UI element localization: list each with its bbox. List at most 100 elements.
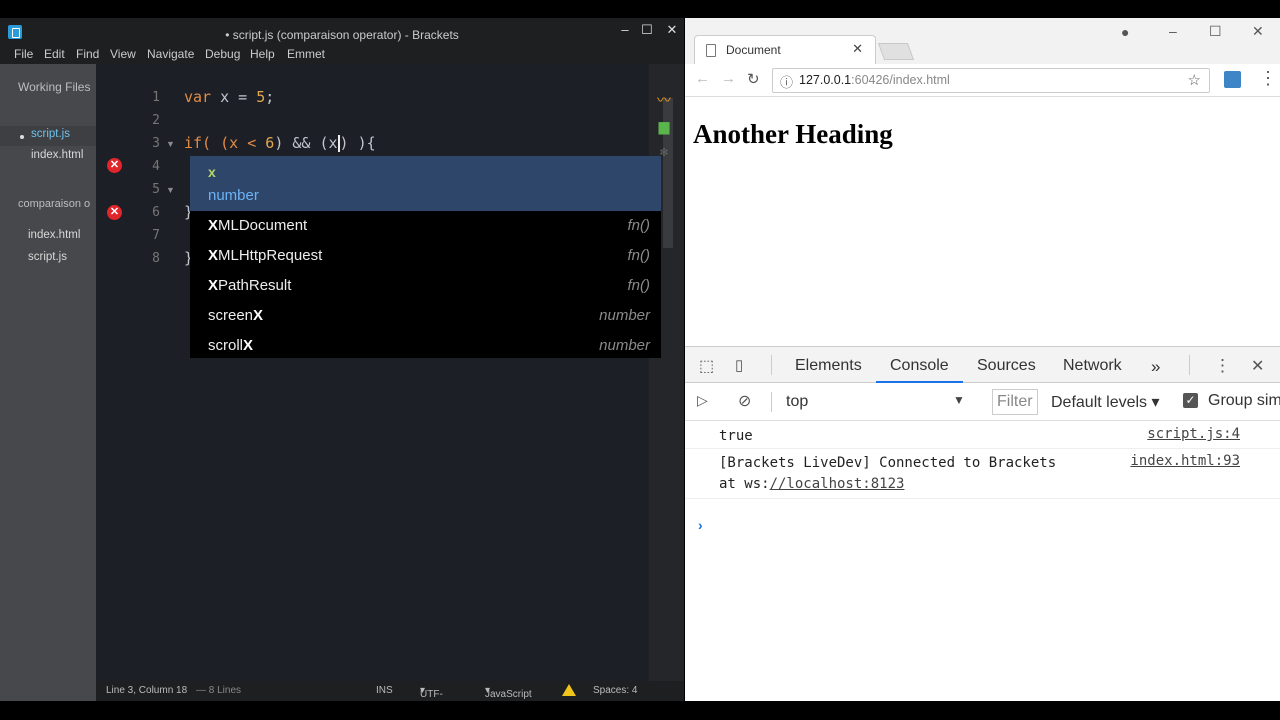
forward-icon[interactable]: →	[721, 70, 736, 87]
hint-kind: fn()	[627, 277, 651, 294]
hint-match: X	[253, 307, 264, 324]
separator	[1189, 355, 1190, 375]
code-text: x =	[211, 88, 257, 106]
close-icon[interactable]: ✕	[662, 22, 682, 38]
menu-navigate[interactable]: Navigate	[147, 47, 194, 61]
more-tabs-icon[interactable]: »	[1151, 357, 1160, 377]
console-message: true script.js:4	[685, 422, 1280, 449]
show-sidebar-icon[interactable]: ▷	[697, 392, 708, 409]
brackets-window: • script.js (comparaison operator) - Bra…	[0, 18, 684, 711]
info-icon[interactable]: ⓘ	[780, 72, 793, 91]
brackets-menubar: File Edit Find View Navigate Debug Help …	[0, 44, 684, 64]
menu-file[interactable]: File	[14, 47, 33, 61]
code-hint-item[interactable]: XMLDocument	[208, 217, 307, 234]
menu-find[interactable]: Find	[76, 47, 99, 61]
tab-elements[interactable]: Elements	[795, 357, 862, 375]
chevron-down-icon[interactable]: ▼	[953, 393, 965, 407]
working-file-script[interactable]: script.js	[31, 128, 70, 140]
tab-sources[interactable]: Sources	[977, 357, 1036, 375]
insert-mode[interactable]: INS	[376, 685, 393, 696]
live-preview-icon[interactable]: 〰	[655, 90, 673, 108]
hint-match: X	[243, 337, 254, 354]
project-file-index[interactable]: index.html	[28, 229, 80, 241]
websocket-link[interactable]: //localhost:8123	[770, 476, 905, 492]
working-file-index[interactable]: index.html	[31, 149, 83, 161]
log-levels-select[interactable]: Default levels ▾	[1051, 392, 1160, 412]
extension-manager-icon[interactable]: ▆	[655, 118, 673, 134]
unsaved-dot-icon	[20, 135, 24, 139]
devtools-close-icon[interactable]: ✕	[1251, 356, 1264, 376]
close-icon[interactable]: ✕	[1252, 23, 1264, 40]
language-select[interactable]: JavaScript ▾	[485, 685, 532, 700]
browser-toolbar: ← → ↻ ⓘ 127.0.0.1:60426/index.html ☆ ⋮	[685, 64, 1280, 97]
inspect-icon[interactable]: ⬚	[699, 356, 714, 376]
menu-view[interactable]: View	[110, 47, 136, 61]
code-hint-item[interactable]: screenX	[208, 307, 263, 324]
line-number: 1	[152, 90, 160, 105]
console-source-link[interactable]: script.js:4	[1147, 426, 1240, 442]
new-tab-button[interactable]	[877, 43, 915, 60]
fold-arrow-icon[interactable]: ▼	[166, 185, 175, 195]
tab-network[interactable]: Network	[1063, 357, 1122, 375]
context-select[interactable]: top	[786, 393, 808, 411]
hint-kind: number	[599, 307, 650, 324]
tab-close-icon[interactable]: ✕	[852, 41, 863, 57]
hint-kind: fn()	[627, 217, 651, 234]
minimize-icon[interactable]: –	[1169, 23, 1177, 39]
bookmark-star-icon[interactable]: ☆	[1188, 71, 1201, 89]
menu-dots-icon[interactable]: ⋮	[1259, 68, 1277, 89]
console-message: [Brackets LiveDev] Connected to Brackets…	[685, 449, 1280, 499]
lint-error-icon[interactable]: ✕	[107, 158, 122, 173]
device-toolbar-icon[interactable]: ▯	[735, 356, 743, 374]
extension-icon[interactable]	[1224, 71, 1241, 88]
code-hint-item[interactable]: scrollX	[208, 337, 253, 354]
number-literal: 6	[265, 134, 275, 152]
maximize-icon[interactable]: ☐	[637, 22, 657, 38]
code-text: ) ){	[339, 134, 376, 152]
profile-icon[interactable]: ●	[1121, 24, 1129, 40]
group-similar-checkbox[interactable]: ✓	[1183, 393, 1198, 408]
brackets-statusbar: Line 3, Column 18 — 8 Lines INS UTF-8 ▾ …	[96, 681, 649, 711]
menu-edit[interactable]: Edit	[44, 47, 65, 61]
console-prompt[interactable]: ›	[698, 517, 703, 533]
console-source-link[interactable]: index.html:93	[1130, 453, 1240, 469]
tab-console[interactable]: Console	[890, 357, 949, 375]
hint-rest: MLDocument	[218, 217, 308, 234]
encoding-select[interactable]: UTF-8 ▾	[420, 685, 443, 711]
lint-error-icon[interactable]: ✕	[107, 205, 122, 220]
minimize-icon[interactable]: –	[615, 22, 635, 37]
project-file-script[interactable]: script.js	[28, 251, 67, 263]
code-hint-item[interactable]: XPathResult	[208, 277, 291, 294]
reload-icon[interactable]: ↻	[747, 70, 760, 88]
filter-input[interactable]: Filter	[992, 389, 1038, 415]
devtools-menu-icon[interactable]: ⋮	[1214, 356, 1231, 376]
code-hint-list: x number XMLDocument fn() XMLHttpRequest…	[190, 156, 661, 358]
line-number: 6	[152, 205, 160, 220]
working-files-heading: Working Files	[18, 80, 91, 94]
console-filterbar: ▷ ⊘ top ▼ Filter Default levels ▾ ✓ Grou…	[685, 383, 1280, 421]
line-number: 5	[152, 182, 160, 197]
bottom-letterbox	[0, 701, 1280, 720]
language-label: JavaScript	[485, 689, 532, 700]
browser-tab-document[interactable]: Document ✕	[694, 35, 876, 64]
project-heading[interactable]: comparaison o	[18, 198, 90, 210]
warning-icon[interactable]	[562, 684, 576, 696]
code-hint-item[interactable]: XMLHttpRequest	[208, 247, 322, 264]
clear-console-icon[interactable]: ⊘	[738, 391, 751, 411]
menu-emmet[interactable]: Emmet	[287, 47, 325, 61]
document-icon	[706, 44, 716, 57]
keyword-var: var	[184, 88, 212, 106]
code-text: ) && (x	[274, 134, 338, 152]
number-literal: 5	[256, 88, 266, 106]
back-icon[interactable]: ←	[695, 70, 710, 87]
menu-help[interactable]: Help	[250, 47, 275, 61]
fold-arrow-icon[interactable]: ▼	[166, 139, 175, 149]
code-line-3: if( (x < 6) && (x) ){	[184, 134, 376, 152]
indent-spaces[interactable]: Spaces: 4	[593, 685, 637, 696]
hint-kind: number	[599, 337, 650, 354]
levels-label: Default levels	[1051, 394, 1148, 411]
menu-debug[interactable]: Debug	[205, 47, 240, 61]
code-hint-selected[interactable]: x number	[190, 156, 661, 211]
maximize-icon[interactable]: ☐	[1209, 23, 1222, 40]
address-bar[interactable]: ⓘ 127.0.0.1:60426/index.html ☆	[772, 68, 1210, 93]
